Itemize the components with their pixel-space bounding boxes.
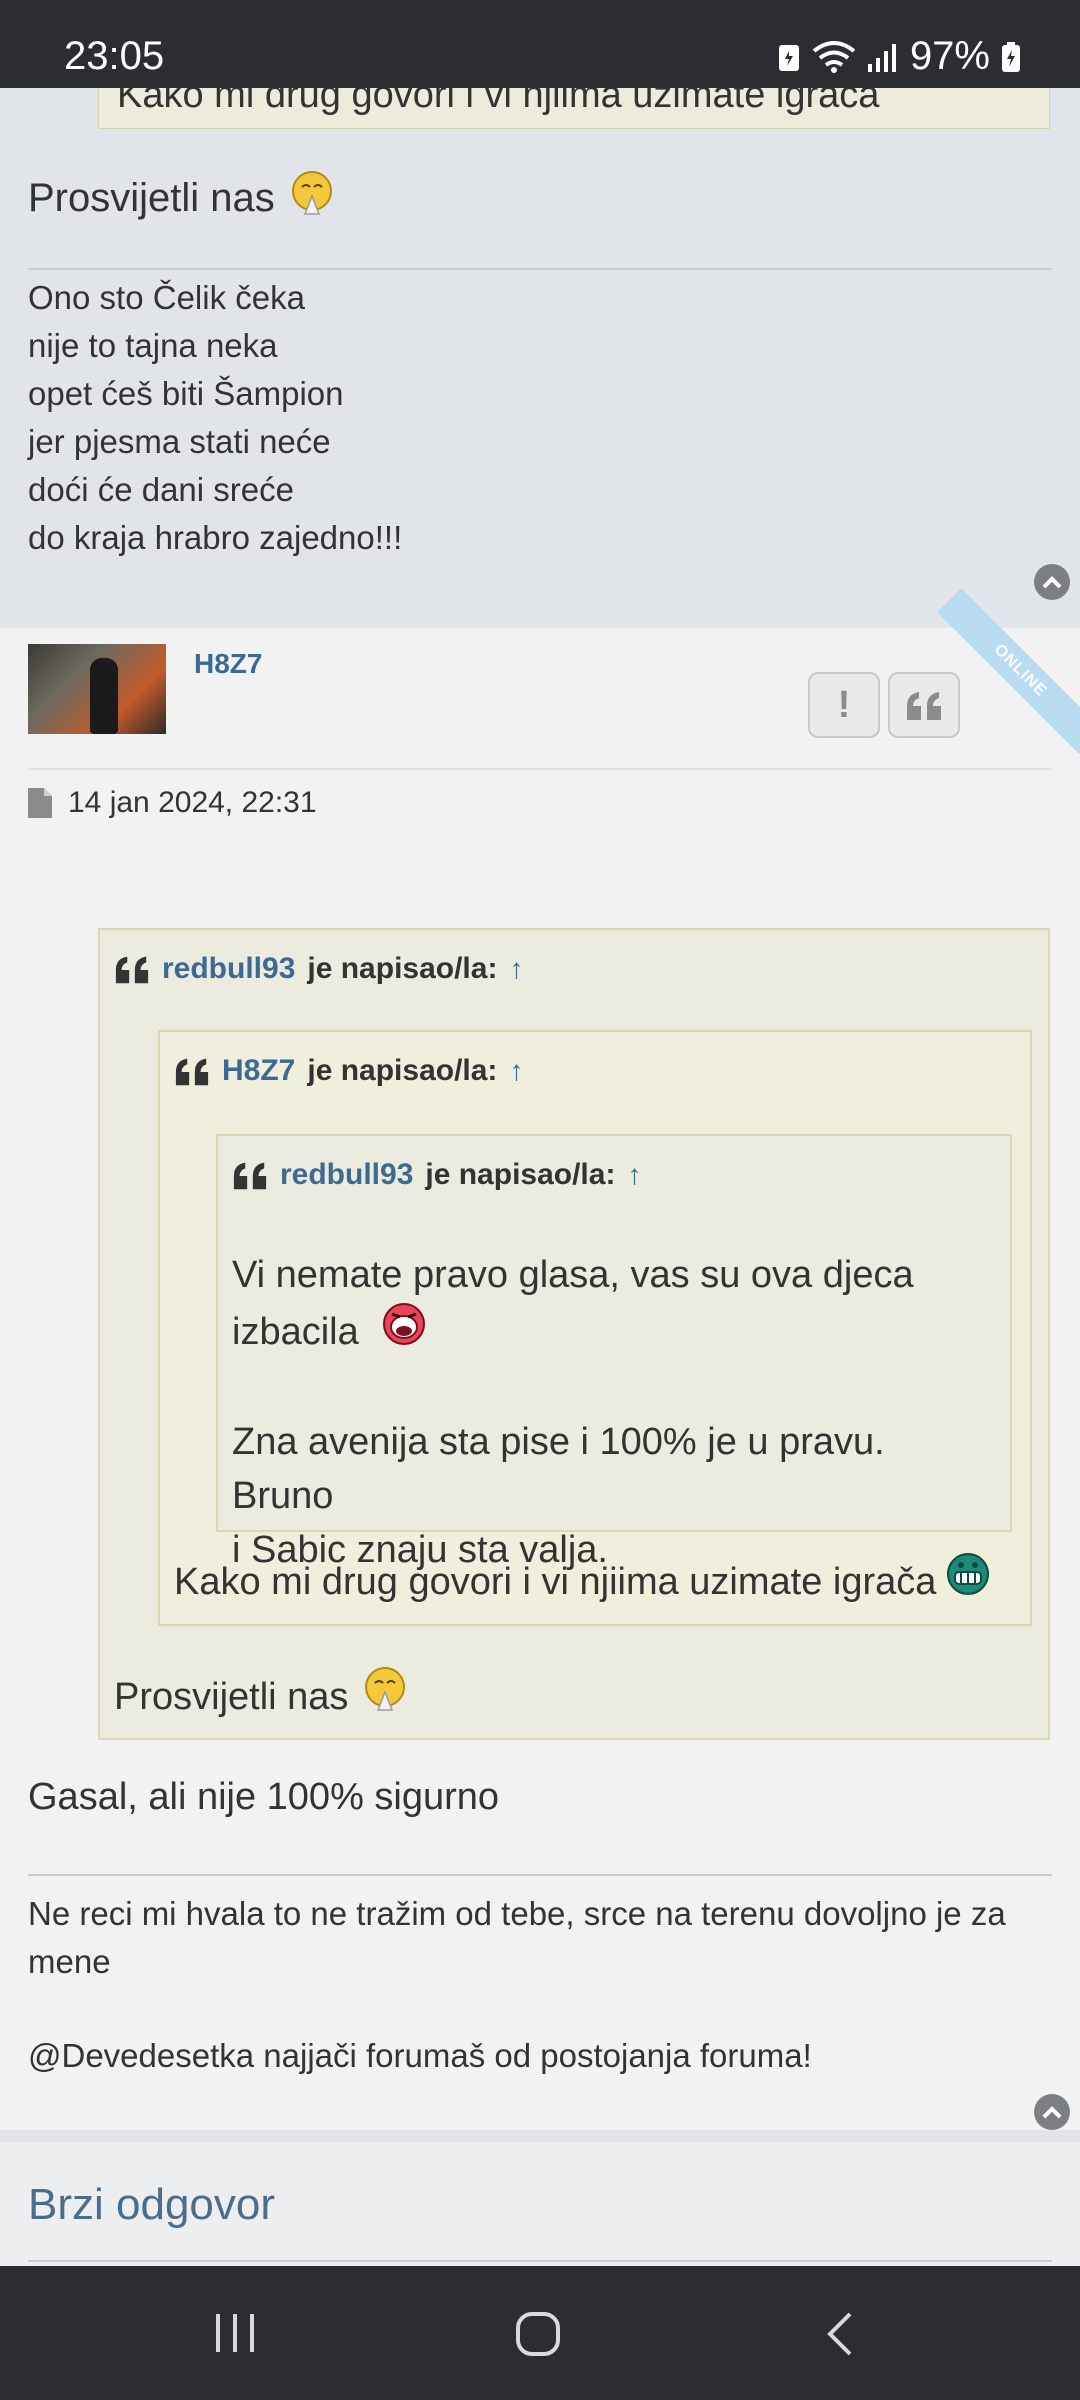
quote-author[interactable]: redbull93 bbox=[162, 952, 295, 986]
quote-mark-icon bbox=[115, 956, 149, 984]
recent-apps-button[interactable] bbox=[212, 2310, 258, 2361]
praying-emoji-icon bbox=[362, 1666, 408, 1727]
battery-percent: 97% bbox=[909, 34, 990, 78]
quote-citation: H8Z7 je napisao/la: ↑ bbox=[174, 1054, 523, 1088]
battery-saver-icon bbox=[778, 42, 800, 72]
home-button[interactable] bbox=[514, 2310, 562, 2363]
avatar[interactable] bbox=[28, 644, 166, 734]
home-icon bbox=[516, 2312, 560, 2356]
battery-charging-icon bbox=[1002, 41, 1020, 72]
exclamation-icon: ! bbox=[837, 683, 851, 726]
laughing-emoji-icon bbox=[381, 1302, 427, 1361]
system-nav-bar bbox=[0, 2266, 1080, 2400]
quote-author[interactable]: H8Z7 bbox=[222, 1054, 295, 1088]
signature-divider bbox=[28, 268, 1052, 270]
report-button[interactable]: ! bbox=[808, 672, 880, 738]
post-date: 14 jan 2024, 22:31 bbox=[28, 786, 317, 820]
blockquote-inner: redbull93 je napisao/la: ↑ Vi nemate pra… bbox=[216, 1134, 1012, 1571]
quote-citation: redbull93 je napisao/la: ↑ bbox=[114, 952, 523, 986]
back-button[interactable] bbox=[824, 2310, 854, 2363]
signature: Ne reci mi hvala to ne tražim od tebe, s… bbox=[28, 1895, 1006, 2074]
signal-icon bbox=[867, 42, 898, 72]
go-to-quoted-post[interactable]: ↑ bbox=[627, 1159, 641, 1191]
signature: Ono sto Čelik čeka nije to tajna neka op… bbox=[28, 279, 403, 556]
post-text: Prosvijetli nas bbox=[28, 170, 335, 226]
forum-post: H8Z7 ! ONLINE 14 jan 2024, 22:31 redbull… bbox=[0, 588, 1080, 2130]
go-to-quoted-post[interactable]: ↑ bbox=[509, 953, 523, 985]
quote-text: Vi nemate pravo glasa, vas su ova djeca … bbox=[232, 1254, 914, 1571]
back-icon bbox=[827, 2312, 852, 2356]
back-to-top-icon[interactable] bbox=[1034, 564, 1070, 600]
back-to-top-icon[interactable] bbox=[1034, 2094, 1070, 2130]
quick-reply-divider bbox=[28, 2260, 1052, 2262]
status-bar: 23:05 97% bbox=[0, 0, 1080, 88]
quote-icon bbox=[907, 692, 941, 720]
wifi-icon bbox=[812, 40, 856, 73]
status-time: 23:05 bbox=[64, 34, 165, 78]
quote-author[interactable]: redbull93 bbox=[280, 1158, 413, 1192]
quick-reply-section: Brzi odgovor bbox=[0, 2142, 1080, 2266]
quote-citation: redbull93 je napisao/la: ↑ bbox=[232, 1158, 641, 1192]
quote-mark-icon bbox=[175, 1058, 209, 1086]
post-author[interactable]: H8Z7 bbox=[194, 648, 262, 680]
quote-text: Prosvijetli nas bbox=[114, 1666, 408, 1727]
post-body: Gasal, ali nije 100% sigurno bbox=[28, 1776, 500, 1818]
header-divider bbox=[28, 768, 1052, 770]
recent-apps-icon bbox=[216, 2314, 254, 2352]
quick-reply-title[interactable]: Brzi odgovor bbox=[28, 2180, 275, 2230]
praying-emoji-icon bbox=[289, 170, 335, 226]
go-to-quoted-post[interactable]: ↑ bbox=[509, 1055, 523, 1087]
quote-button[interactable] bbox=[888, 672, 960, 738]
quote-mark-icon bbox=[233, 1162, 267, 1190]
status-icons: 97% bbox=[778, 34, 1020, 79]
signature-divider bbox=[28, 1874, 1052, 1876]
previous-post: Kako mi drug govori i vi njiima uzimate … bbox=[0, 78, 1080, 620]
post-file-icon bbox=[28, 788, 52, 818]
